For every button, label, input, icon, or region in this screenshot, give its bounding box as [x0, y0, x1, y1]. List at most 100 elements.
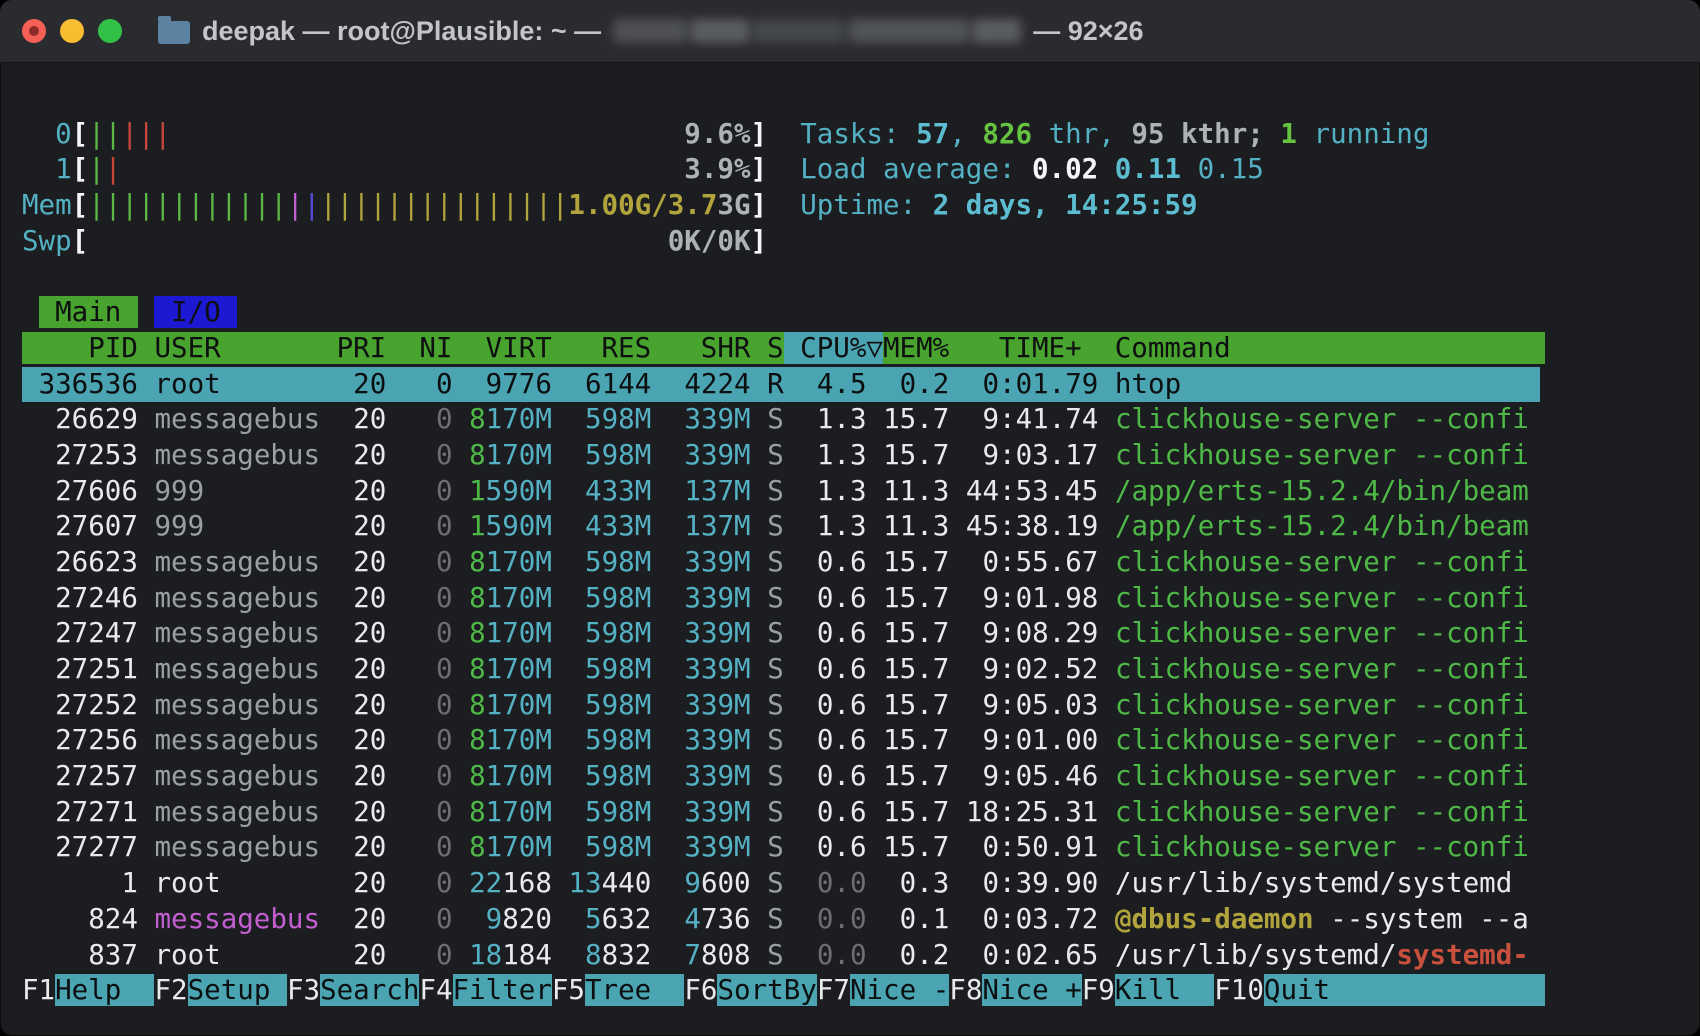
cell-pid: 27607: [55, 510, 138, 542]
text: [651, 689, 684, 721]
process-row-27607[interactable]: 27607 999 20 0 1590M 433M 137M S 1.3 11.…: [22, 509, 1540, 545]
cell-mem: 15.7: [883, 689, 949, 721]
tab-main[interactable]: Main: [39, 296, 138, 328]
text: [1098, 796, 1115, 828]
text: [867, 475, 884, 507]
meter-bars: |: [105, 153, 122, 185]
process-row-26623[interactable]: 26623 messagebus 20 0 8170M 598M 339M S …: [22, 545, 1540, 581]
table-header-right[interactable]: MEM% TIME+ Command: [883, 332, 1545, 364]
fkey-setup[interactable]: F2Setup: [154, 974, 286, 1006]
text: [453, 867, 470, 899]
cell-pri: 20: [353, 903, 386, 935]
cell-virt: 170M: [486, 831, 552, 863]
cell-pid: 27247: [55, 617, 138, 649]
close-button[interactable]: [22, 19, 46, 43]
text: [138, 867, 155, 899]
cpu1-meter-stat: Load average:: [800, 153, 1032, 185]
text: [320, 582, 353, 614]
fkey-quit[interactable]: F10Quit: [1214, 974, 1545, 1006]
cell-pid: 26629: [55, 403, 138, 435]
table-header: PID USER PRI NI VIRT RES SHR S CPU%▽MEM%…: [22, 331, 1540, 367]
text: [651, 653, 684, 685]
cell-ni: 0: [436, 831, 453, 863]
text: [867, 653, 884, 685]
text: [552, 510, 585, 542]
cell-mem: 15.7: [883, 831, 949, 863]
cell-shr: 137M: [684, 475, 750, 507]
text: [1181, 368, 1545, 400]
text: [386, 439, 436, 471]
cell-virt: 8: [469, 582, 486, 614]
text: [22, 296, 39, 328]
fkey-tree[interactable]: F5Tree: [552, 974, 684, 1006]
fkey-help[interactable]: F1Help: [22, 974, 154, 1006]
text: [949, 582, 982, 614]
cell-cpu: 1.3: [817, 475, 867, 507]
text: [320, 475, 353, 507]
text: [138, 510, 155, 542]
process-row-27252[interactable]: 27252 messagebus 20 0 8170M 598M 339M S …: [22, 688, 1540, 724]
tab-bar: Main I/O: [22, 295, 1540, 331]
text: [22, 510, 55, 542]
cell-s: S: [767, 403, 784, 435]
cpu0-meter-stat: 95: [1131, 118, 1164, 150]
cpu0-meter: 0[||||| 9.6%] Tasks: 57, 826 thr, 95 kth…: [22, 117, 1540, 153]
fkey-search[interactable]: F3Search: [287, 974, 419, 1006]
fkey-nice-[interactable]: F7Nice -: [817, 974, 949, 1006]
text: [1529, 617, 1546, 649]
fkey-filter[interactable]: F4Filter: [419, 974, 551, 1006]
text: [867, 903, 900, 935]
minimize-button[interactable]: [60, 19, 84, 43]
text: [22, 760, 55, 792]
process-row-837[interactable]: 837 root 20 0 18184 8832 7808 S 0.0 0.2 …: [22, 938, 1540, 974]
terminal-screen: 0[||||| 9.6%] Tasks: 57, 826 thr, 95 kth…: [22, 81, 1540, 1009]
text: [751, 617, 768, 649]
cell-time: 9:05.03: [982, 689, 1098, 721]
meter-text: 1.00G/3.7: [568, 189, 717, 221]
tab-io[interactable]: I/O: [154, 296, 237, 328]
cell-pri: 20: [353, 510, 386, 542]
cell-pri: 20: [353, 867, 386, 899]
table-header-left[interactable]: PID USER PRI NI VIRT RES SHR S: [22, 332, 784, 364]
fkey-sortby[interactable]: F6SortBy: [684, 974, 816, 1006]
process-row-27606[interactable]: 27606 999 20 0 1590M 433M 137M S 1.3 11.…: [22, 474, 1540, 510]
process-row-336536[interactable]: 336536 root 20 0 9776 6144 4224 R 4.5 0.…: [22, 367, 1540, 403]
text: [1529, 439, 1546, 471]
text: [22, 403, 55, 435]
text: [138, 475, 155, 507]
cpu0-meter-stat: 57: [916, 118, 949, 150]
process-row-27247[interactable]: 27247 messagebus 20 0 8170M 598M 339M S …: [22, 616, 1540, 652]
cell-pid: 824: [88, 903, 138, 935]
process-row-27246[interactable]: 27246 messagebus 20 0 8170M 598M 339M S …: [22, 581, 1540, 617]
fkey-label: Setup: [188, 974, 287, 1006]
text: [138, 617, 155, 649]
process-row-26629[interactable]: 26629 messagebus 20 0 8170M 598M 339M S …: [22, 402, 1540, 438]
zoom-button[interactable]: [98, 19, 122, 43]
cell-virt: 170M: [486, 724, 552, 756]
text: [651, 831, 684, 863]
fkey-nice-[interactable]: F8Nice +: [949, 974, 1081, 1006]
sort-column-cpu[interactable]: CPU%▽: [784, 332, 883, 364]
cell-res: 832: [602, 939, 652, 971]
fkey-kill[interactable]: F9Kill: [1082, 974, 1214, 1006]
cell-virt: 18: [469, 939, 502, 971]
swp-meter: Swp[ 0K/0K]: [22, 224, 1540, 260]
process-row-824[interactable]: 824 messagebus 20 0 9820 5632 4736 S 0.0…: [22, 902, 1540, 938]
cell-pri: 20: [353, 796, 386, 828]
process-row-27271[interactable]: 27271 messagebus 20 0 8170M 598M 339M S …: [22, 795, 1540, 831]
cell-s: S: [767, 689, 784, 721]
process-row-27253[interactable]: 27253 messagebus 20 0 8170M 598M 339M S …: [22, 438, 1540, 474]
process-row-27256[interactable]: 27256 messagebus 20 0 8170M 598M 339M S …: [22, 723, 1540, 759]
text: [22, 796, 55, 828]
cell-virt: 170M: [486, 617, 552, 649]
cell-cpu: 1.3: [817, 439, 867, 471]
process-row-27251[interactable]: 27251 messagebus 20 0 8170M 598M 339M S …: [22, 652, 1540, 688]
process-row-27277[interactable]: 27277 messagebus 20 0 8170M 598M 339M S …: [22, 830, 1540, 866]
process-row-27257[interactable]: 27257 messagebus 20 0 8170M 598M 339M S …: [22, 759, 1540, 795]
text: [784, 939, 817, 971]
cell-pid: 336536: [39, 368, 138, 400]
process-row-1[interactable]: 1 root 20 0 22168 13440 9600 S 0.0 0.3 0…: [22, 866, 1540, 902]
text: [751, 867, 768, 899]
cell-shr: 339M: [684, 546, 750, 578]
cell-time: 0:39.90: [982, 867, 1098, 899]
